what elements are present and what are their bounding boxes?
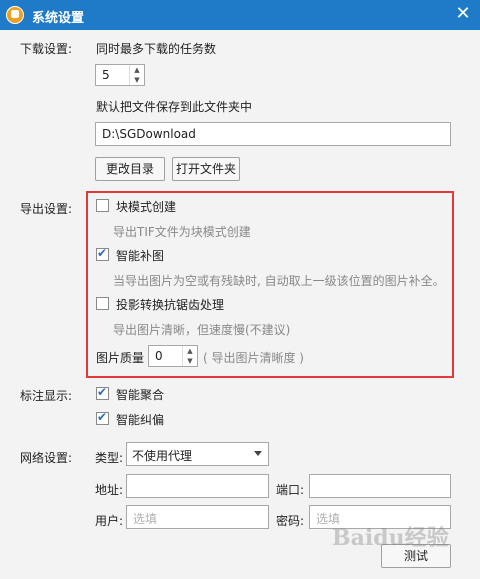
chevron-down-icon[interactable]: ▼ <box>130 75 144 85</box>
watermark: Baidu经验 <box>332 525 449 551</box>
max-tasks-stepper-arrows[interactable]: ▲ ▼ <box>129 65 144 85</box>
max-tasks-label: 同时最多下载的任务数 <box>96 42 217 56</box>
proxy-type-value: 不使用代理 <box>132 449 193 463</box>
antialias-label[interactable]: 投影转换抗锯齿处理 <box>116 296 224 313</box>
smart-fill-label[interactable]: 智能补图 <box>116 247 164 264</box>
title-bar: 系统设置 ✕ <box>0 0 480 30</box>
download-section-label: 下载设置: <box>20 42 73 56</box>
block-mode-label[interactable]: 块模式创建 <box>116 198 176 215</box>
max-tasks-value: 5 <box>102 68 110 82</box>
chevron-up-icon[interactable]: ▲ <box>183 346 197 356</box>
smart-correct-label[interactable]: 智能纠偏 <box>116 411 164 428</box>
app-logo-icon <box>6 6 24 24</box>
save-path-label: 默认把文件保存到此文件夹中 <box>96 100 253 114</box>
antialias-checkbox[interactable] <box>96 297 109 310</box>
antialias-hint: 导出图片清晰，但速度慢(不建议) <box>113 323 291 337</box>
smart-fill-hint: 当导出图片为空或有残缺时, 自动取上一级该位置的图片补全。 <box>113 274 445 288</box>
network-section-label: 网络设置: <box>20 451 73 465</box>
chevron-down-icon[interactable] <box>254 451 262 456</box>
quality-value: 0 <box>155 349 163 363</box>
close-icon[interactable]: ✕ <box>454 4 472 24</box>
address-label: 地址: <box>95 483 124 497</box>
password-label: 密码: <box>276 514 305 528</box>
quality-stepper-arrows[interactable]: ▲ ▼ <box>182 346 197 366</box>
smart-aggregate-checkbox[interactable] <box>96 385 109 400</box>
smart-fill-checkbox[interactable] <box>96 246 109 261</box>
change-dir-button[interactable]: 更改目录 <box>95 157 165 181</box>
user-label: 用户: <box>95 514 124 528</box>
quality-stepper[interactable]: 0 ▲ ▼ <box>148 345 198 367</box>
smart-correct-checkbox[interactable] <box>96 410 109 425</box>
block-mode-hint: 导出TIF文件为块模式创建 <box>113 225 251 239</box>
annotation-section-label: 标注显示: <box>20 389 73 403</box>
export-section-label: 导出设置: <box>20 202 73 216</box>
window-title: 系统设置 <box>32 11 85 26</box>
quality-label: 图片质量 <box>96 351 145 365</box>
quality-hint: ( 导出图片清晰度 ) <box>203 351 304 365</box>
save-path-input[interactable]: D:\SGDownload <box>95 122 451 146</box>
address-input[interactable] <box>126 474 269 498</box>
open-folder-button[interactable]: 打开文件夹 <box>172 157 240 181</box>
smart-aggregate-label[interactable]: 智能聚合 <box>116 386 164 403</box>
port-label: 端口: <box>276 483 305 497</box>
proxy-type-label: 类型: <box>95 451 124 465</box>
chevron-up-icon[interactable]: ▲ <box>130 65 144 75</box>
proxy-type-select[interactable]: 不使用代理 <box>126 442 269 466</box>
user-input[interactable]: 选填 <box>126 505 269 529</box>
block-mode-checkbox[interactable] <box>96 199 109 212</box>
port-input[interactable] <box>309 474 451 498</box>
max-tasks-stepper[interactable]: 5 ▲ ▼ <box>95 64 145 86</box>
chevron-down-icon[interactable]: ▼ <box>183 356 197 366</box>
